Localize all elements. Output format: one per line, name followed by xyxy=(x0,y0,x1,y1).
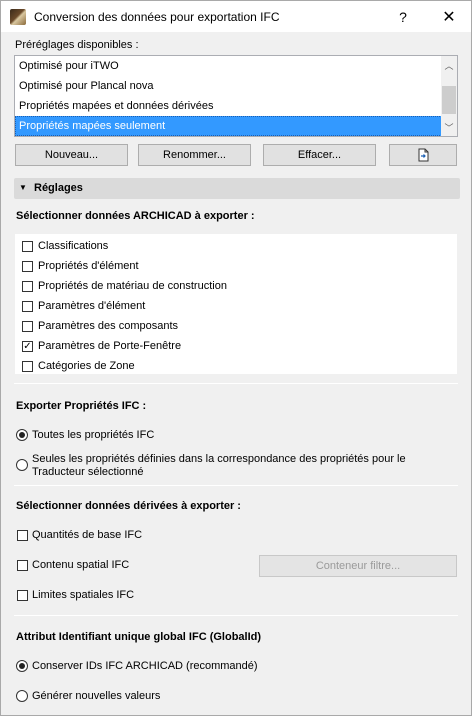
checkbox[interactable] xyxy=(22,361,33,372)
collapse-triangle-icon[interactable]: ▼ xyxy=(19,183,27,192)
ifc-props-defined-label-line1[interactable]: Seules les propriétés définies dans la c… xyxy=(32,453,406,465)
presets-list[interactable]: Optimisé pour iTWO Optimisé pour Plancal… xyxy=(14,55,458,137)
rename-preset-button[interactable]: Renommer... xyxy=(138,144,251,166)
base-quantities-label[interactable]: Quantités de base IFC xyxy=(32,529,142,541)
ifc-properties-label: Exporter Propriétés IFC : xyxy=(16,400,147,412)
globalid-keep-radio[interactable] xyxy=(16,660,28,672)
ifc-props-defined-radio[interactable] xyxy=(16,459,28,471)
checkbox[interactable] xyxy=(22,321,33,332)
checkbox-label: Catégories de Zone xyxy=(38,360,135,372)
scroll-up-arrow-icon[interactable]: ︿ xyxy=(441,57,457,73)
ifc-conversion-dialog: Conversion des données pour exportation … xyxy=(0,0,472,716)
spatial-container-checkbox[interactable] xyxy=(17,560,28,571)
globalid-new-label[interactable]: Générer nouvelles valeurs xyxy=(32,690,160,702)
help-button[interactable]: ? xyxy=(383,1,423,32)
title-bar: Conversion des données pour exportation … xyxy=(1,1,471,32)
globalid-keep-label[interactable]: Conserver IDs IFC ARCHICAD (recommandé) xyxy=(32,660,258,672)
archicad-item-element-parameters[interactable]: Paramètres d'élément xyxy=(15,297,455,317)
preset-item[interactable]: Optimisé pour Plancal nova xyxy=(15,76,442,96)
checkbox[interactable] xyxy=(22,301,33,312)
import-file-icon xyxy=(418,148,429,162)
globalid-new-radio[interactable] xyxy=(16,690,28,702)
scroll-down-arrow-icon[interactable]: ﹀ xyxy=(441,119,457,135)
import-preset-button[interactable] xyxy=(389,144,457,166)
delete-preset-button[interactable]: Effacer... xyxy=(263,144,376,166)
window-title: Conversion des données pour exportation … xyxy=(34,10,280,24)
checkbox-label: Paramètres de Porte-Fenêtre xyxy=(38,340,182,352)
archicad-item-material-properties[interactable]: Propriétés de matériau de construction xyxy=(15,277,455,297)
ifc-props-all-radio[interactable] xyxy=(16,429,28,441)
separator xyxy=(14,383,458,384)
checkbox-label: Classifications xyxy=(38,240,109,252)
space-boundaries-label[interactable]: Limites spatiales IFC xyxy=(32,589,134,601)
checkbox-label: Propriétés de matériau de construction xyxy=(38,280,227,292)
spatial-container-label[interactable]: Contenu spatial IFC xyxy=(32,559,129,571)
archicad-data-list: Classifications Propriétés d'élément Pro… xyxy=(14,233,458,375)
globalid-label: Attribut Identifiant unique global IFC (… xyxy=(16,631,262,643)
ifc-props-defined-label-line2[interactable]: Traducteur sélectionné xyxy=(32,466,144,478)
checkbox-label: Paramètres des composants xyxy=(38,320,179,332)
archicad-item-component-parameters[interactable]: Paramètres des composants xyxy=(15,317,455,337)
checkbox-label: Paramètres d'élément xyxy=(38,300,146,312)
separator xyxy=(14,485,458,486)
presets-scrollbar[interactable]: ︿ ﹀ xyxy=(441,56,457,136)
separator xyxy=(14,615,458,616)
space-boundaries-checkbox[interactable] xyxy=(17,590,28,601)
preset-item[interactable]: Propriétés mapées et données dérivées xyxy=(15,96,442,116)
archicad-item-classifications[interactable]: Classifications xyxy=(15,237,455,257)
new-preset-button[interactable]: Nouveau... xyxy=(15,144,128,166)
settings-title: Réglages xyxy=(34,182,83,194)
checkbox[interactable] xyxy=(22,241,33,252)
archicad-app-icon xyxy=(10,9,26,25)
base-quantities-checkbox[interactable] xyxy=(17,530,28,541)
close-icon[interactable]: ✕ xyxy=(429,1,469,32)
checkbox[interactable] xyxy=(22,261,33,272)
archicad-item-zone-categories[interactable]: Catégories de Zone xyxy=(15,357,455,377)
scrollbar-thumb[interactable] xyxy=(442,86,456,114)
checkbox-label: Propriétés d'élément xyxy=(38,260,139,272)
archicad-item-door-window-parameters[interactable]: ✓ Paramètres de Porte-Fenêtre xyxy=(15,337,455,357)
archicad-item-element-properties[interactable]: Propriétés d'élément xyxy=(15,257,455,277)
checkbox-checked[interactable]: ✓ xyxy=(22,341,33,352)
container-filter-button[interactable]: Conteneur filtre... xyxy=(259,555,457,577)
preset-item[interactable]: Optimisé pour iTWO xyxy=(15,56,442,76)
derived-data-label: Sélectionner données dérivées à exporter… xyxy=(16,500,241,512)
settings-section-header[interactable]: ▼ Réglages xyxy=(14,178,460,199)
ifc-props-all-label[interactable]: Toutes les propriétés IFC xyxy=(32,429,154,441)
archicad-data-label: Sélectionner données ARCHICAD à exporter… xyxy=(16,210,255,222)
presets-label: Préréglages disponibles : xyxy=(15,39,139,51)
checkbox[interactable] xyxy=(22,281,33,292)
preset-item-selected[interactable]: Propriétés mapées seulement xyxy=(15,116,442,136)
